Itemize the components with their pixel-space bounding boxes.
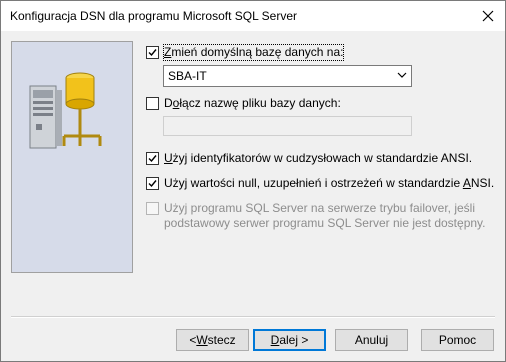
db-file-name-input[interactable] bbox=[163, 116, 412, 136]
check-icon bbox=[148, 49, 157, 57]
attach-db-file-checkbox[interactable]: Dołącz nazwę pliku bazy danych: bbox=[146, 96, 341, 111]
dialog-window: Konfiguracja DSN dla programu Microsoft … bbox=[0, 0, 506, 362]
check-icon bbox=[148, 180, 157, 188]
checkbox-box[interactable] bbox=[146, 97, 159, 110]
attach-db-file-label: Dołącz nazwę pliku bazy danych: bbox=[164, 96, 341, 110]
chevron-down-icon bbox=[397, 72, 407, 78]
check-icon bbox=[148, 155, 157, 163]
default-database-select[interactable]: SBA-IT bbox=[163, 65, 412, 87]
change-default-db-checkbox[interactable]: Zmień domyślną bazę danych na: bbox=[146, 44, 345, 61]
title-bar: Konfiguracja DSN dla programu Microsoft … bbox=[1, 1, 505, 31]
ansi-quoted-identifiers-checkbox[interactable]: Użyj identyfikatorów w cudzysłowach w st… bbox=[146, 151, 472, 166]
failover-checkbox[interactable]: Użyj programu SQL Server na serwerze try… bbox=[146, 201, 485, 231]
ansi-nulls-checkbox[interactable]: Użyj wartości null, uzupełnień i ostrzeż… bbox=[146, 176, 494, 191]
checkbox-box[interactable] bbox=[146, 177, 159, 190]
next-button[interactable]: Dalej > bbox=[253, 329, 326, 351]
button-separator bbox=[11, 316, 495, 318]
server-database-icon bbox=[29, 72, 102, 149]
ansi-nulls-label: Użyj wartości null, uzupełnień i ostrzeż… bbox=[164, 176, 495, 190]
ansi-quoted-identifiers-label: Użyj identyfikatorów w cudzysłowach w st… bbox=[164, 151, 473, 165]
change-default-db-label: Zmień domyślną bazę danych na: bbox=[162, 44, 345, 61]
failover-label: Użyj programu SQL Server na serwerze try… bbox=[164, 201, 486, 230]
help-button[interactable]: Pomoc bbox=[421, 329, 494, 351]
checkbox-box[interactable] bbox=[146, 202, 159, 215]
server-illustration-panel bbox=[11, 41, 133, 273]
close-icon bbox=[482, 10, 494, 22]
window-title: Konfiguracja DSN dla programu Microsoft … bbox=[10, 9, 298, 23]
close-button[interactable] bbox=[471, 1, 505, 31]
checkbox-box[interactable] bbox=[146, 152, 159, 165]
cancel-button[interactable]: Anuluj bbox=[335, 329, 408, 351]
default-database-value: SBA-IT bbox=[168, 69, 207, 83]
checkbox-box[interactable] bbox=[146, 46, 159, 59]
back-button[interactable]: < Wstecz bbox=[176, 329, 249, 351]
